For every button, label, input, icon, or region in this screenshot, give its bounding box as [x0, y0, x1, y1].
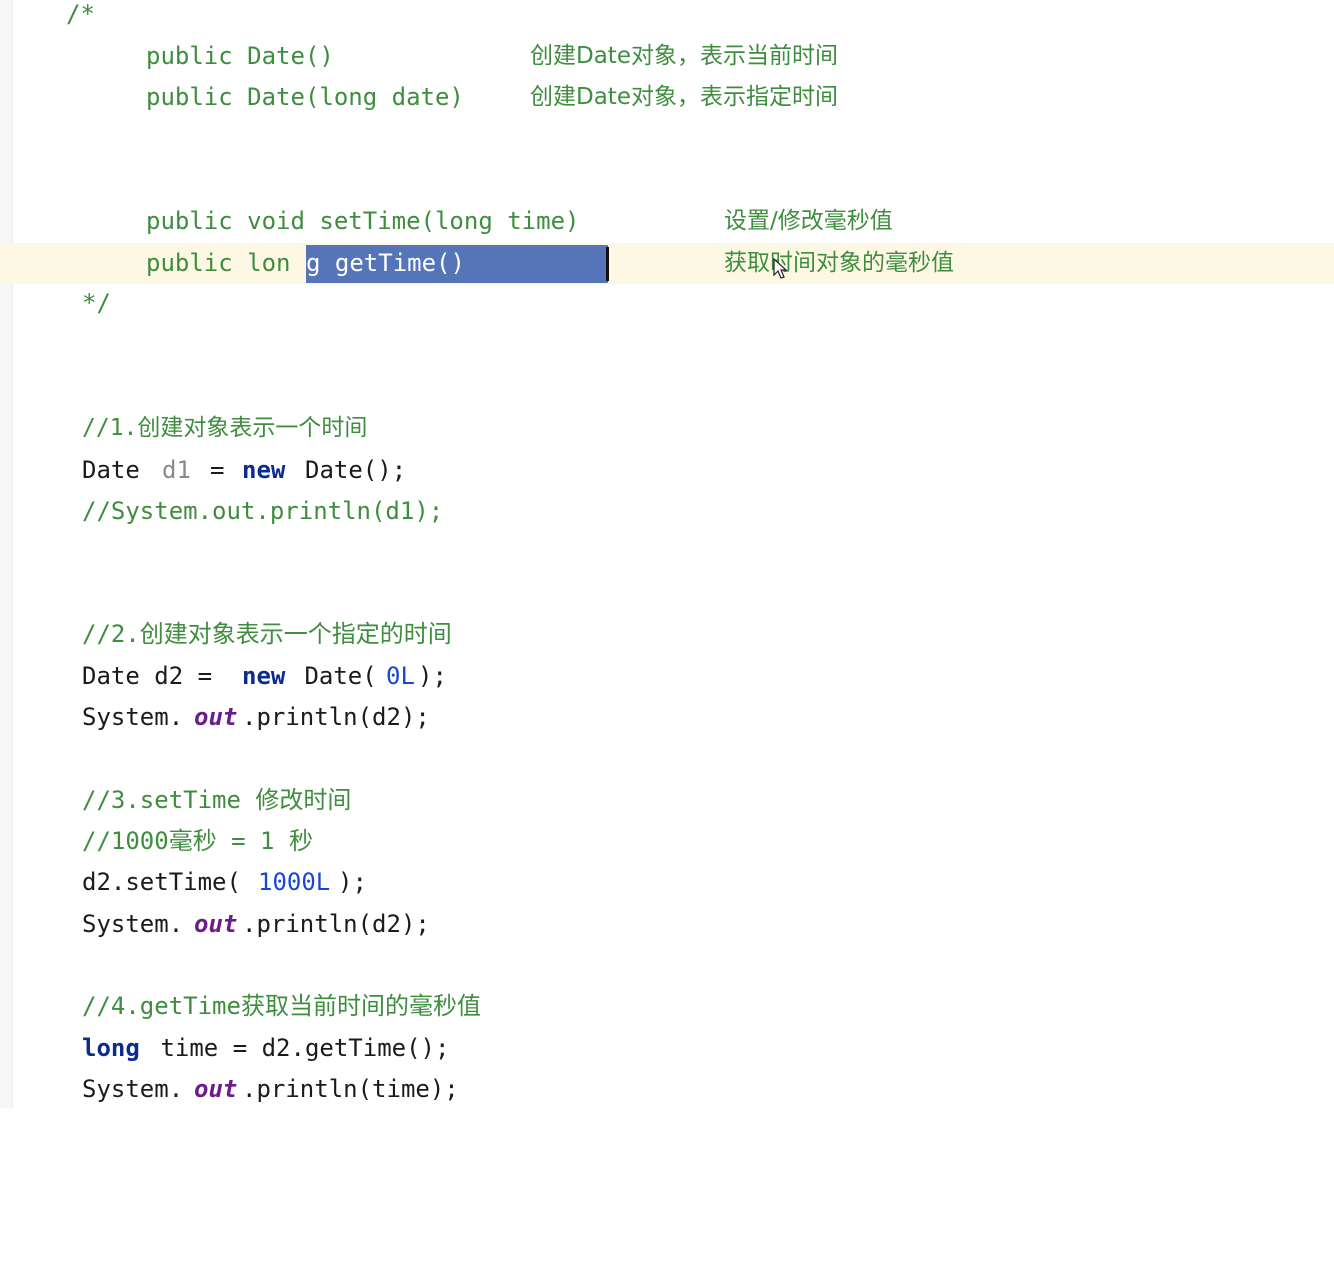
section3-comment-units: //1000毫秒 = 1 秒 [82, 827, 313, 855]
description-text: 设置/修改毫秒值 [724, 208, 893, 234]
description-text: 创建Date对象，表示指定时间 [530, 84, 838, 110]
section3-settime-call: d2.setTime( 1000L ); [0, 862, 1334, 903]
section2-declaration: Date d2 = new Date( 0L ); [0, 656, 1334, 697]
signature-text: public Date(long date) [146, 83, 464, 111]
section3-comment: //3.setTime 修改时间 [82, 786, 352, 814]
section4-print: System. out .println(time); [0, 1069, 1334, 1110]
signature-text: public lon [146, 249, 291, 277]
section1-declaration: Date d1 = new Date(); [0, 450, 1334, 491]
number-literal: 0L [386, 662, 415, 690]
doc-comment-close: */ [82, 289, 111, 317]
keyword-long: long [82, 1034, 140, 1062]
section2-print: System. out .println(d2); [0, 697, 1334, 738]
doc-comment-open: /* [66, 0, 95, 28]
keyword-new: new [242, 662, 286, 690]
signature-text: public Date() [146, 42, 334, 70]
comment-line-constructor-long: public Date(long date) 创建Date对象，表示指定时间 [0, 77, 1334, 118]
section1-commented-print: //System.out.println(d1); [82, 497, 444, 525]
description-text: 获取时间对象的毫秒值 [724, 250, 954, 276]
static-field-out: out [194, 1075, 238, 1103]
number-literal: 1000L [258, 868, 331, 896]
description-text: 创建Date对象，表示当前时间 [530, 43, 838, 69]
keyword-new: new [242, 456, 286, 484]
comment-line-constructor-default: public Date() 创建Date对象，表示当前时间 [0, 36, 1334, 77]
comment-line-settime: public void setTime(long time) 设置/修改毫秒值 [0, 201, 1334, 242]
section2-comment: //2.创建对象表示一个指定的时间 [82, 620, 452, 648]
mouse-pointer-icon [773, 258, 788, 279]
section4-declaration: long time = d2.getTime(); [0, 1028, 1334, 1069]
unused-variable: d1 [162, 456, 191, 484]
section3-print: System. out .println(d2); [0, 904, 1334, 945]
signature-text: public void setTime(long time) [146, 207, 580, 235]
text-caret [606, 247, 609, 281]
comment-line-gettime-current[interactable]: public lon g getTime() 获取时间对象的毫秒值 [0, 243, 1334, 284]
static-field-out: out [194, 910, 238, 938]
section4-comment: //4.getTime获取当前时间的毫秒值 [82, 992, 481, 1020]
selected-text[interactable]: g getTime() [306, 243, 465, 284]
static-field-out: out [194, 703, 238, 731]
section1-comment: //1.创建对象表示一个时间 [82, 415, 368, 441]
